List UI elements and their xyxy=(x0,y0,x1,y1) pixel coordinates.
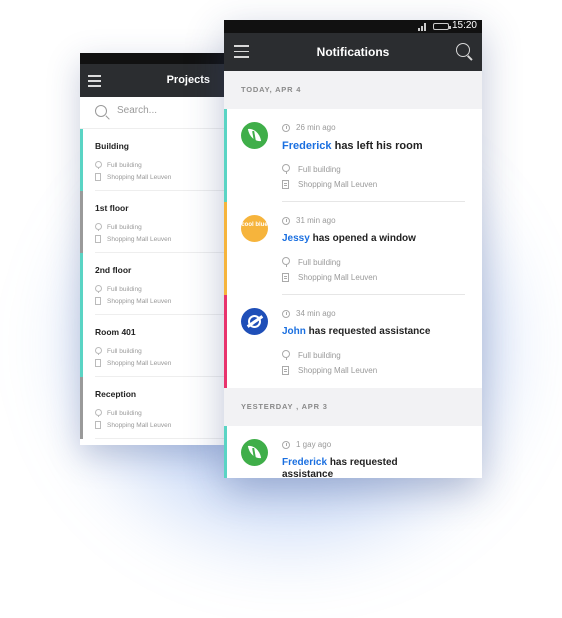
building-icon xyxy=(282,180,289,189)
notification-time: 26 min ago xyxy=(296,123,336,132)
clock-icon xyxy=(282,440,290,449)
section-header: TODAY, APR 4 xyxy=(224,71,482,109)
search-icon xyxy=(95,105,107,117)
planet-logo-avatar xyxy=(241,308,268,335)
search-bar xyxy=(80,97,225,129)
building-icon xyxy=(282,366,289,375)
notification-scope: Full building xyxy=(298,350,341,360)
project-name: Room 401 xyxy=(95,327,136,337)
project-scope: Full building xyxy=(107,409,142,417)
clock-icon xyxy=(282,216,290,225)
menu-icon[interactable] xyxy=(88,75,101,90)
notification-item[interactable]: 34 min ago John has requested assistance… xyxy=(224,295,482,388)
signal-icon xyxy=(418,23,427,31)
building-icon xyxy=(95,297,101,305)
project-scope: Full building xyxy=(107,223,142,231)
notification-message: Frederick has requested assistance xyxy=(282,457,398,478)
search-input[interactable] xyxy=(117,105,217,116)
clock-icon xyxy=(282,309,290,318)
status-bar xyxy=(80,53,225,64)
project-scope: Full building xyxy=(107,161,142,169)
project-name: 1st floor xyxy=(95,203,129,213)
pin-icon xyxy=(95,223,102,231)
section-label: YESTERDAY , APR 3 xyxy=(241,402,328,411)
page-title: Projects xyxy=(166,74,210,86)
pin-icon xyxy=(282,257,290,267)
notification-time: 1 gay ago xyxy=(296,440,332,449)
user-link[interactable]: Jessy xyxy=(282,233,310,244)
pin-icon xyxy=(95,161,102,169)
notification-item[interactable]: 26 min ago Frederick has left his room F… xyxy=(224,109,482,202)
page-title: Notifications xyxy=(316,45,390,59)
notifications-app-bar: Notifications xyxy=(224,33,482,71)
search-icon[interactable] xyxy=(456,43,470,57)
project-name: Building xyxy=(95,141,129,151)
user-link[interactable]: John xyxy=(282,326,306,337)
project-name: 2nd floor xyxy=(95,265,132,275)
project-name: Reception xyxy=(95,389,137,399)
user-link[interactable]: Frederick xyxy=(282,140,332,152)
project-location: Shopping Mall Leuven xyxy=(107,235,172,243)
coolblue-logo-avatar: cool blue xyxy=(241,215,268,242)
clock-icon xyxy=(282,123,290,132)
notification-item[interactable]: 1 gay ago Frederick has requested assist… xyxy=(224,426,482,478)
status-time: 15:20 xyxy=(451,20,477,31)
building-icon xyxy=(95,173,101,181)
building-icon xyxy=(95,421,101,429)
notification-message: Jessy has opened a window xyxy=(282,233,416,244)
project-location: Shopping Mall Leuven xyxy=(107,359,172,367)
section-label: TODAY, APR 4 xyxy=(241,85,302,94)
project-location: Shopping Mall Leuven xyxy=(107,173,172,181)
building-icon xyxy=(282,273,289,282)
notification-time: 31 min ago xyxy=(296,216,336,225)
notification-location: Shopping Mall Leuven xyxy=(298,366,378,375)
project-item[interactable]: Reception Full building Shopping Mall Le… xyxy=(80,377,225,439)
project-location: Shopping Mall Leuven xyxy=(107,297,172,305)
building-icon xyxy=(95,359,101,367)
notifications-screen: 15:20 Notifications TODAY, APR 4 26 min … xyxy=(224,20,482,478)
project-item[interactable]: 2nd floor Full building Shopping Mall Le… xyxy=(80,253,225,315)
project-item[interactable]: Building Full building Shopping Mall Leu… xyxy=(80,129,225,191)
battery-icon xyxy=(433,23,451,30)
notification-scope: Full building xyxy=(298,164,341,174)
status-bar: 15:20 xyxy=(224,20,482,33)
notification-scope: Full building xyxy=(298,257,341,267)
project-item[interactable]: Room 401 Full building Shopping Mall Leu… xyxy=(80,315,225,377)
project-scope: Full building xyxy=(107,285,142,293)
notification-location: Shopping Mall Leuven xyxy=(298,180,378,189)
notification-item[interactable]: cool blue 31 min ago Jessy has opened a … xyxy=(224,202,482,295)
project-item[interactable]: 1st floor Full building Shopping Mall Le… xyxy=(80,191,225,253)
pin-icon xyxy=(282,350,290,360)
project-scope: Full building xyxy=(107,347,142,355)
notification-message: Frederick has left his room xyxy=(282,140,423,152)
projects-app-bar: Projects xyxy=(80,64,225,97)
pin-icon xyxy=(95,347,102,355)
user-link[interactable]: Frederick xyxy=(282,457,327,468)
pin-icon xyxy=(95,409,102,417)
building-icon xyxy=(95,235,101,243)
notification-location: Shopping Mall Leuven xyxy=(298,273,378,282)
projects-screen: Projects Building Full building Shopping… xyxy=(80,53,225,445)
notification-time: 34 min ago xyxy=(296,309,336,318)
project-location: Shopping Mall Leuven xyxy=(107,421,172,429)
section-header: YESTERDAY , APR 3 xyxy=(224,388,482,426)
pin-icon xyxy=(282,164,290,174)
pin-icon xyxy=(95,285,102,293)
leaf-logo-avatar xyxy=(241,439,268,466)
notification-message: John has requested assistance xyxy=(282,326,431,337)
leaf-logo-avatar xyxy=(241,122,268,149)
